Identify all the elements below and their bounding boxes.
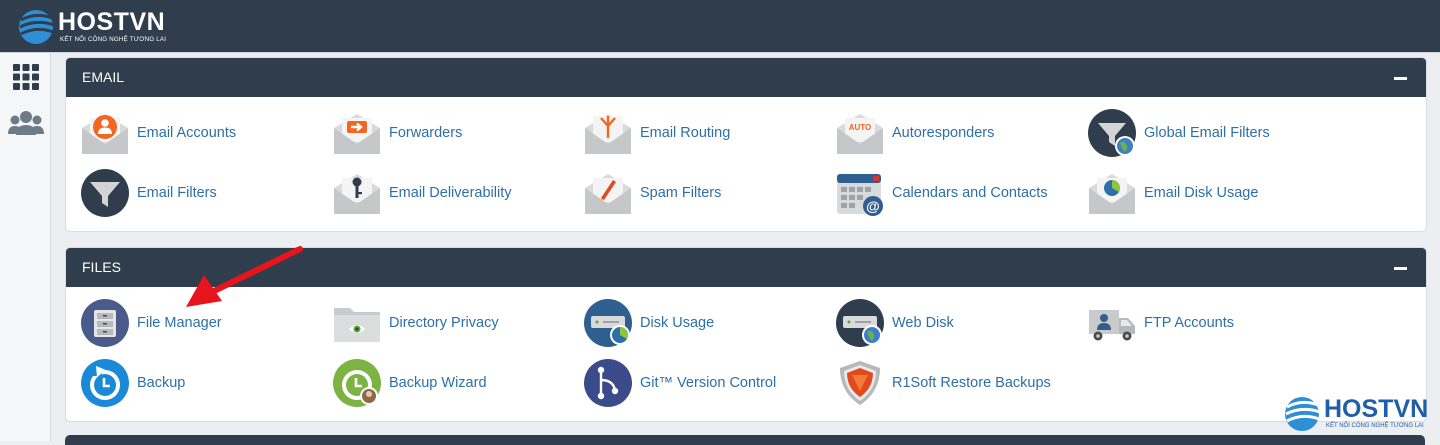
email-section-title: EMAIL	[82, 69, 125, 85]
email-routing-link[interactable]: Email Routing	[583, 107, 730, 159]
calendars-contacts-label: Calendars and Contacts	[892, 185, 1048, 201]
watermark-brand: HOSTVN	[1324, 395, 1429, 423]
spam-filters-link[interactable]: Spam Filters	[583, 167, 721, 219]
calendars-contacts-link[interactable]: @ Calendars and Contacts	[835, 167, 1048, 219]
r1soft-restore-link[interactable]: R1Soft Restore Backups	[835, 357, 1051, 409]
web-disk-link[interactable]: Web Disk	[835, 297, 954, 349]
calendars-contacts-icon: @	[837, 174, 883, 216]
file-manager-label: File Manager	[137, 315, 222, 331]
files-section-title: FILES	[82, 259, 121, 275]
email-disk-usage-icon	[1089, 174, 1135, 214]
ftp-accounts-link[interactable]: FTP Accounts	[1087, 297, 1234, 349]
autoresponders-icon: AUTO	[837, 114, 883, 154]
hostvn-watermark: HOSTVN KẾT NỐI CÔNG NGHỆ TƯƠNG LAI	[1284, 393, 1440, 439]
email-filters-label: Email Filters	[137, 185, 217, 201]
backup-icon	[81, 359, 129, 407]
svg-text:@: @	[866, 198, 880, 214]
logo-swirl-icon	[19, 10, 55, 44]
backup-link[interactable]: Backup	[80, 357, 185, 409]
global-email-filters-link[interactable]: Global Email Filters	[1087, 107, 1270, 159]
backup-wizard-link[interactable]: Backup Wizard	[332, 357, 487, 409]
watermark-swirl-icon	[1285, 397, 1321, 431]
email-collapse-button[interactable]	[1394, 72, 1408, 84]
git-icon	[584, 359, 632, 407]
files-collapse-button[interactable]	[1394, 262, 1408, 274]
autoresponders-link[interactable]: AUTO Autoresponders	[835, 107, 994, 159]
ftp-accounts-label: FTP Accounts	[1144, 315, 1234, 331]
auto-badge: AUTO	[849, 123, 872, 132]
grid-icon[interactable]	[10, 61, 42, 93]
email-disk-usage-label: Email Disk Usage	[1144, 185, 1259, 201]
backup-wizard-icon	[333, 359, 381, 407]
email-section: EMAIL Email Accounts Forwarders Email Ro…	[65, 57, 1427, 232]
web-disk-icon	[836, 299, 884, 347]
email-section-header: EMAIL	[66, 58, 1426, 97]
email-accounts-icon	[82, 114, 128, 154]
backup-wizard-label: Backup Wizard	[389, 375, 487, 391]
annotation-arrow-icon	[186, 246, 303, 307]
directory-privacy-link[interactable]: Directory Privacy	[332, 297, 499, 349]
file-manager-icon	[81, 299, 129, 347]
logo-brand: HOSTVN	[58, 8, 166, 36]
directory-privacy-icon	[334, 308, 380, 342]
spam-filters-label: Spam Filters	[640, 185, 722, 201]
email-deliverability-icon	[334, 174, 380, 214]
left-sidebar	[0, 53, 51, 441]
global-email-filters-label: Global Email Filters	[1144, 125, 1270, 141]
top-header: HOSTVN KẾT NỐI CÔNG NGHỆ TƯƠNG LAI	[0, 0, 1440, 53]
web-disk-label: Web Disk	[892, 315, 954, 331]
email-routing-label: Email Routing	[640, 125, 731, 141]
backup-label: Backup	[137, 375, 186, 391]
directory-privacy-label: Directory Privacy	[389, 315, 499, 331]
email-deliverability-label: Email Deliverability	[389, 185, 512, 201]
r1soft-icon	[840, 361, 880, 405]
email-filters-link[interactable]: Email Filters	[80, 167, 217, 219]
email-deliverability-link[interactable]: Email Deliverability	[332, 167, 511, 219]
hostvn-logo[interactable]: HOSTVN KẾT NỐI CÔNG NGHỆ TƯƠNG LAI	[18, 6, 188, 48]
r1soft-restore-label: R1Soft Restore Backups	[892, 375, 1051, 391]
forwarders-icon	[334, 114, 380, 154]
git-version-control-label: Git™ Version Control	[640, 375, 777, 391]
ftp-accounts-icon	[1089, 310, 1135, 341]
users-icon[interactable]	[8, 107, 44, 139]
email-accounts-label: Email Accounts	[137, 125, 237, 141]
disk-usage-link[interactable]: Disk Usage	[583, 297, 714, 349]
disk-usage-icon	[584, 299, 632, 347]
email-section-body: Email Accounts Forwarders Email Routing	[66, 97, 1426, 231]
disk-usage-label: Disk Usage	[640, 315, 715, 331]
email-accounts-link[interactable]: Email Accounts	[80, 107, 236, 159]
email-routing-icon	[585, 114, 631, 154]
git-version-control-link[interactable]: Git™ Version Control	[583, 357, 776, 409]
logo-tagline: KẾT NỐI CÔNG NGHỆ TƯƠNG LAI	[60, 36, 167, 43]
global-email-filters-icon	[1088, 109, 1136, 157]
autoresponders-label: Autoresponders	[892, 125, 995, 141]
spam-filters-icon	[585, 174, 631, 214]
next-section-header	[65, 435, 1425, 445]
forwarders-link[interactable]: Forwarders	[332, 107, 462, 159]
email-filters-icon	[81, 169, 129, 217]
watermark-tagline: KẾT NỐI CÔNG NGHỆ TƯƠNG LAI	[1326, 423, 1424, 429]
email-disk-usage-link[interactable]: Email Disk Usage	[1087, 167, 1258, 219]
forwarders-label: Forwarders	[389, 125, 463, 141]
